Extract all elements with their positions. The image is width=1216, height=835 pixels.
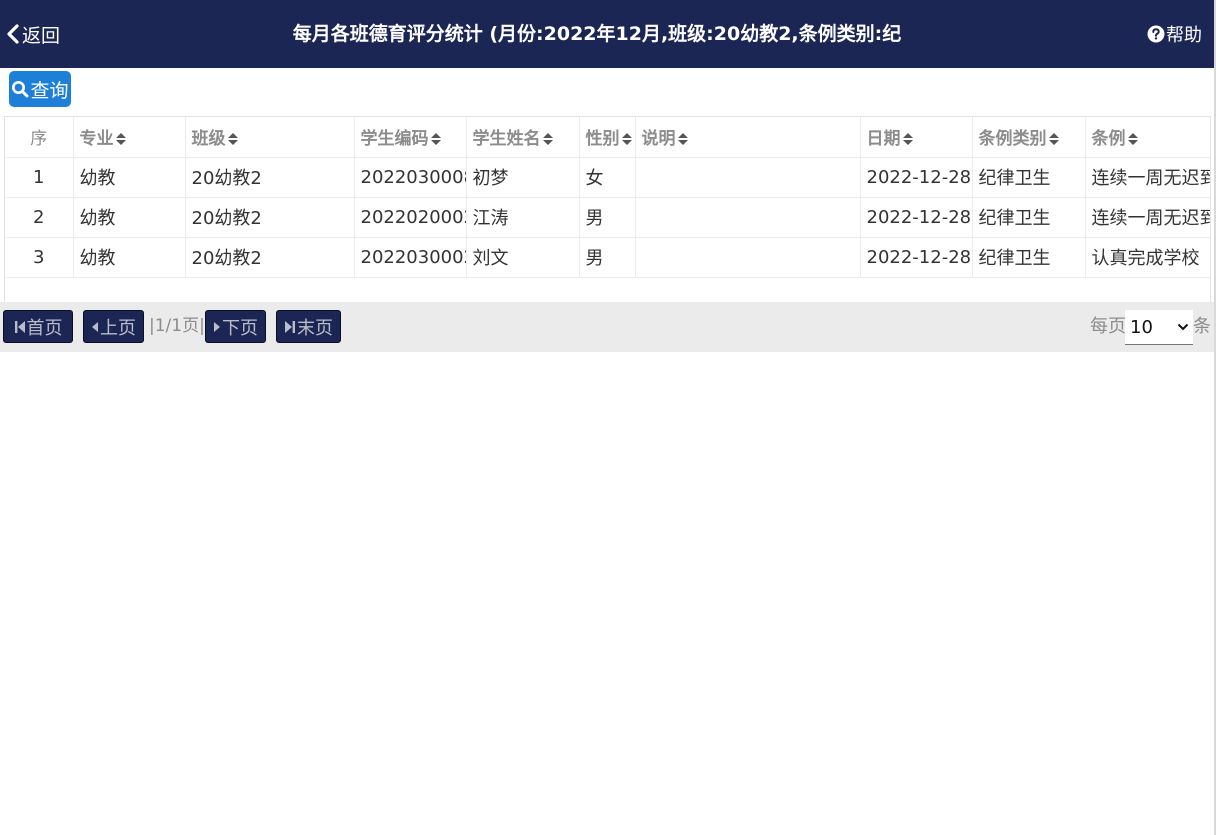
cell-student-id: 2022020002: [354, 197, 467, 238]
cell-date: 2022-12-28: [860, 157, 973, 198]
next-page-button[interactable]: 下页: [205, 310, 266, 343]
cell-student-name: 初梦: [466, 157, 580, 198]
column-header-seq: 序: [5, 117, 74, 158]
cell-rule: 连续一周无迟到: [1085, 157, 1210, 198]
cell-student-id: 2022030002: [354, 237, 467, 278]
cell-rule: 连续一周无迟到: [1085, 197, 1210, 238]
help-button[interactable]: 帮助: [1147, 0, 1202, 68]
cell-gender: 男: [579, 197, 636, 238]
per-page-value: 10: [1130, 316, 1153, 338]
cell-seq: 2: [5, 197, 74, 238]
query-button[interactable]: 查询: [9, 71, 71, 107]
page-title: 每月各班德育评分统计 (月份:2022年12月,班级:20幼教2,条例类别:纪: [292, 23, 902, 45]
column-header-class[interactable]: 班级: [185, 117, 355, 158]
back-button[interactable]: 返回: [6, 0, 60, 68]
cell-note: [635, 157, 861, 198]
query-label: 查询: [30, 79, 69, 102]
cell-class: 20幼教2: [185, 197, 355, 238]
chevron-left-icon: [7, 24, 19, 44]
cell-gender: 男: [579, 237, 636, 278]
sort-icon: [1127, 133, 1138, 146]
chevron-down-icon: [1177, 323, 1189, 331]
per-page-select[interactable]: 10: [1125, 310, 1193, 345]
cell-major: 幼教: [73, 157, 186, 198]
page-indicator: |1/1页|: [149, 316, 205, 336]
sort-icon: [1048, 133, 1059, 146]
column-header-rule[interactable]: 条例: [1085, 117, 1210, 158]
back-label: 返回: [22, 24, 61, 47]
caret-left-icon: [92, 321, 98, 332]
sort-icon: [227, 133, 238, 146]
prev-page-label: 上页: [100, 317, 136, 339]
last-page-icon: [285, 320, 295, 333]
first-page-icon: [14, 320, 25, 333]
column-header-gender[interactable]: 性别: [579, 117, 636, 158]
table-header-row: 序 专业 班级 学生编码 学生姓名 性别 说明 日期 条例类别 条例: [5, 117, 1210, 158]
cell-student-name: 刘文: [466, 237, 580, 278]
sort-icon: [542, 133, 553, 146]
cell-student-name: 江涛: [466, 197, 580, 238]
prev-page-button[interactable]: 上页: [83, 310, 144, 343]
top-bar: 返回 每月各班德育评分统计 (月份:2022年12月,班级:20幼教2,条例类别…: [0, 0, 1214, 68]
last-page-button[interactable]: 末页: [276, 310, 341, 343]
column-header-student-id[interactable]: 学生编码: [354, 117, 467, 158]
table-row[interactable]: 3 幼教 20幼教2 2022030002 刘文 男 2022-12-28 纪律…: [5, 237, 1210, 278]
cell-major: 幼教: [73, 197, 186, 238]
question-circle-icon: [1147, 25, 1165, 43]
cell-gender: 女: [579, 157, 636, 198]
next-page-label: 下页: [222, 317, 258, 339]
cell-seq: 1: [5, 157, 74, 198]
cell-rule: 认真完成学校: [1085, 237, 1210, 278]
column-header-major[interactable]: 专业: [73, 117, 186, 158]
column-header-category[interactable]: 条例类别: [972, 117, 1086, 158]
per-page-label: 每页: [1090, 316, 1126, 337]
cell-category: 纪律卫生: [972, 237, 1086, 278]
sort-icon: [621, 133, 632, 146]
sort-icon: [677, 133, 688, 146]
cell-class: 20幼教2: [185, 237, 355, 278]
pagination-bar: 首页 上页 |1/1页| 下页 末页 每页 10 条: [0, 302, 1214, 352]
help-label: 帮助: [1166, 25, 1202, 46]
last-page-label: 末页: [297, 317, 333, 339]
table-row[interactable]: 1 幼教 20幼教2 2022030008 初梦 女 2022-12-28 纪律…: [5, 157, 1210, 198]
sort-icon: [902, 133, 913, 146]
cell-major: 幼教: [73, 237, 186, 278]
data-table: 序 专业 班级 学生编码 学生姓名 性别 说明 日期 条例类别 条例 1 幼教 …: [4, 116, 1211, 303]
cell-note: [635, 237, 861, 278]
sort-icon: [430, 133, 441, 146]
cell-date: 2022-12-28: [860, 197, 973, 238]
column-header-note[interactable]: 说明: [635, 117, 861, 158]
cell-note: [635, 197, 861, 238]
first-page-button[interactable]: 首页: [3, 310, 73, 343]
column-header-student-name[interactable]: 学生姓名: [466, 117, 580, 158]
search-icon: [12, 81, 29, 98]
per-page-unit: 条: [1193, 316, 1211, 337]
column-header-date[interactable]: 日期: [860, 117, 973, 158]
cell-student-id: 2022030008: [354, 157, 467, 198]
cell-seq: 3: [5, 237, 74, 278]
cell-category: 纪律卫生: [972, 197, 1086, 238]
cell-class: 20幼教2: [185, 157, 355, 198]
caret-right-icon: [214, 321, 220, 332]
cell-category: 纪律卫生: [972, 157, 1086, 198]
first-page-label: 首页: [26, 317, 63, 339]
sort-icon: [115, 133, 126, 146]
cell-date: 2022-12-28: [860, 237, 973, 278]
table-row[interactable]: 2 幼教 20幼教2 2022020002 江涛 男 2022-12-28 纪律…: [5, 197, 1210, 238]
